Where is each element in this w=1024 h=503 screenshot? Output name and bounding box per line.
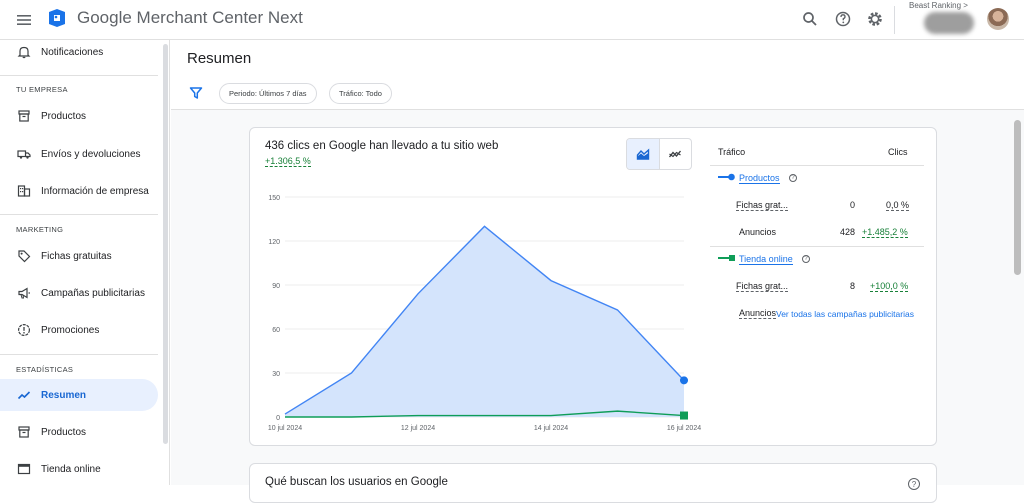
y-tick-label: 90	[272, 283, 280, 290]
sidebar-divider	[0, 214, 158, 215]
y-tick-label: 120	[268, 239, 280, 246]
inventory-icon	[16, 108, 32, 124]
help-icon[interactable]: ?	[802, 255, 810, 263]
search-terms-card: Qué buscan los usuarios en Google ?	[249, 463, 937, 503]
table-row-label: Anuncios	[739, 227, 777, 237]
legend-productos-icon	[718, 173, 735, 181]
sidebar-scrollbar[interactable]	[163, 44, 168, 444]
filter-chip-traffic[interactable]: Tráfico: Todo	[329, 83, 392, 104]
sidebar-item-promociones[interactable]: Promociones	[0, 314, 158, 346]
x-tick-label: 16 jul 2024	[667, 425, 701, 432]
account-divider	[894, 6, 895, 34]
table-row-pct[interactable]: +100,0 %	[870, 281, 909, 292]
column-header-clicks: Clics	[888, 147, 908, 157]
gear-icon[interactable]	[865, 9, 885, 29]
table-divider	[710, 165, 924, 166]
merchant-center-logo-icon	[49, 9, 65, 27]
account-id-redacted	[924, 12, 974, 34]
sidebar-item-tienda-online[interactable]: Tienda online	[0, 453, 158, 485]
help-icon[interactable]: ?	[789, 174, 797, 182]
page-header: Resumen Periodo: Últimos 7 días Tráfico:…	[171, 40, 1024, 110]
sidebar-item-campanas[interactable]: Campañas publicitarias	[0, 277, 158, 309]
traffic-summary-card: 436 clics en Google han llevado a tu sit…	[249, 127, 937, 446]
table-divider	[710, 246, 924, 247]
section-title-marketing: MARKETING	[16, 225, 64, 234]
main-content: Resumen Periodo: Últimos 7 días Tráfico:…	[171, 40, 1024, 503]
page-title: Resumen	[187, 50, 252, 67]
sidebar-item-fichas-gratuitas[interactable]: Fichas gratuitas	[0, 240, 158, 272]
sidebar-divider	[0, 75, 158, 76]
table-row-value: 0	[849, 200, 855, 210]
help-icon[interactable]: ?	[908, 478, 920, 490]
table-row-value: 428	[839, 227, 855, 237]
account-switcher[interactable]: Beast Ranking >	[909, 1, 968, 10]
group-link-tienda-online[interactable]: Tienda online	[739, 254, 793, 265]
filter-icon[interactable]	[189, 86, 203, 100]
page-scrollbar[interactable]	[1014, 120, 1021, 275]
table-row-pct[interactable]: 0,0 %	[886, 200, 910, 211]
card-title: Qué buscan los usuarios en Google	[265, 476, 448, 488]
inventory-icon	[16, 424, 32, 440]
bell-icon	[16, 44, 32, 60]
help-icon[interactable]	[833, 9, 853, 29]
series-endpoint-marker	[680, 411, 688, 420]
column-header-traffic: Tráfico	[718, 147, 746, 157]
truck-icon	[16, 146, 32, 162]
sidebar-item-notificaciones[interactable]: Notificaciones	[0, 36, 158, 68]
y-tick-label: 150	[268, 195, 280, 202]
megaphone-icon	[16, 285, 32, 301]
group-link-productos[interactable]: Productos	[739, 173, 780, 184]
sidebar-item-resumen[interactable]: Resumen	[0, 379, 158, 411]
avatar[interactable]	[987, 8, 1009, 30]
web-icon	[16, 461, 32, 477]
x-tick-label: 14 jul 2024	[534, 425, 568, 432]
app-title: Google Merchant Center Next	[77, 8, 303, 27]
sidebar-item-stats-productos[interactable]: Productos	[0, 416, 158, 448]
clicks-area-chart: 0 30 60 90 120 150 10 jul 2024 12 jul 2024 14 ju…	[268, 195, 701, 432]
building-icon	[16, 183, 32, 199]
sidebar-item-productos[interactable]: Productos	[0, 100, 158, 132]
traffic-table: Tráfico Clics Productos ? Fichas grat...…	[706, 128, 938, 447]
table-row-label[interactable]: Fichas grat...	[736, 281, 789, 292]
x-tick-label: 10 jul 2024	[268, 425, 302, 432]
sidebar-item-informacion-empresa[interactable]: Información de empresa	[0, 175, 158, 207]
table-row-value: 8	[849, 281, 855, 291]
trending-up-icon	[16, 387, 32, 403]
promotion-icon	[16, 322, 32, 338]
search-icon[interactable]	[800, 9, 820, 29]
menu-icon[interactable]	[14, 10, 34, 30]
y-tick-label: 60	[272, 327, 280, 334]
top-app-bar: Google Merchant Center Next Beast Rankin…	[0, 0, 1024, 40]
x-tick-label: 12 jul 2024	[401, 425, 435, 432]
see-all-campaigns-link[interactable]: Ver todas las campañas publicitarias	[776, 309, 914, 319]
section-title-tu-empresa: TU EMPRESA	[16, 85, 68, 94]
table-row-pct[interactable]: +1.485,2 %	[862, 227, 908, 238]
sidebar-nav: Notificaciones TU EMPRESA Productos Enví…	[0, 40, 170, 485]
y-tick-label: 30	[272, 371, 280, 378]
series-endpoint-marker	[680, 376, 688, 385]
legend-tienda-icon	[718, 255, 735, 261]
section-title-estadisticas: ESTADÍSTICAS	[16, 365, 74, 374]
filter-chip-period[interactable]: Periodo: Últimos 7 días	[219, 83, 317, 104]
table-row-label[interactable]: Anuncios	[739, 308, 777, 319]
sidebar-divider	[0, 354, 158, 355]
series-area-0	[285, 226, 684, 417]
sidebar-item-envios[interactable]: Envíos y devoluciones	[0, 138, 158, 170]
table-row-label[interactable]: Fichas grat...	[736, 200, 789, 211]
tag-icon	[16, 248, 32, 264]
y-tick-label: 0	[276, 415, 280, 422]
